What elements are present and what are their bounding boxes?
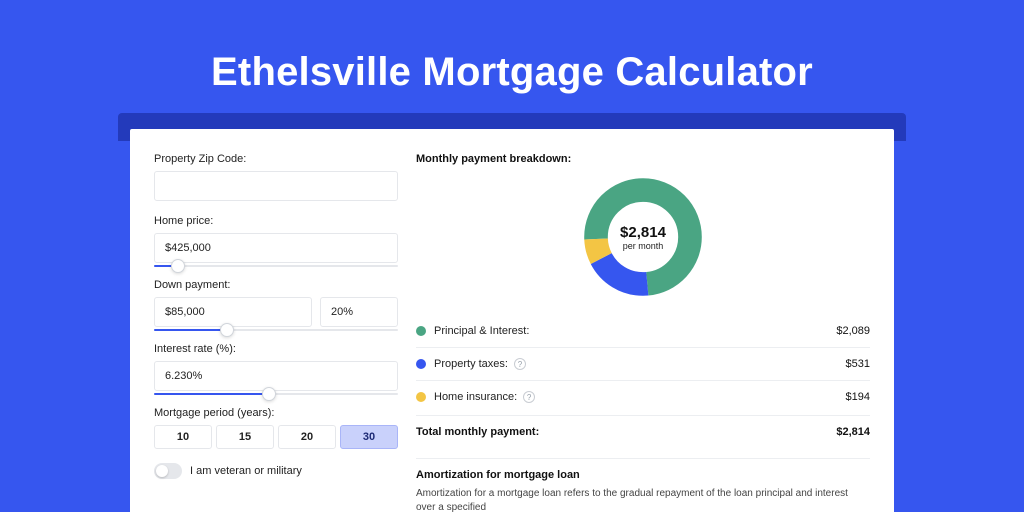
page-header: Ethelsville Mortgage Calculator [0,0,1024,95]
total-label: Total monthly payment: [416,426,539,438]
period-option-20[interactable]: 20 [278,425,336,449]
breakdown-title: Monthly payment breakdown: [416,153,870,165]
mortgage-period-options: 10152030 [154,425,398,449]
down-payment-slider-thumb[interactable] [220,323,234,337]
interest-rate-field: Interest rate (%): [154,343,398,395]
taxes-amount: $531 [846,358,870,370]
breakdown-item-taxes: Property taxes:? $531 [416,350,870,378]
interest-rate-slider-fill [154,393,269,395]
interest-rate-slider[interactable] [154,393,398,395]
zip-input[interactable] [154,171,398,201]
amortization-text: Amortization for a mortgage loan refers … [416,487,870,512]
home-price-field: Home price: [154,215,398,267]
breakdown-divider [416,347,870,348]
interest-rate-slider-thumb[interactable] [262,387,276,401]
interest-rate-input[interactable] [154,361,398,391]
taxes-color-dot [416,359,426,369]
breakdown-item-insurance: Home insurance:? $194 [416,383,870,411]
zip-field: Property Zip Code: [154,153,398,201]
principal-label: Principal & Interest: [434,325,529,337]
veteran-toggle[interactable] [154,463,182,479]
breakdown-divider [416,380,870,381]
taxes-help-icon[interactable]: ? [514,358,526,370]
amortization-title: Amortization for mortgage loan [416,458,870,481]
page-title: Ethelsville Mortgage Calculator [0,50,1024,95]
donut-chart-wrap: $2,814 per month [416,175,870,299]
total-row: Total monthly payment: $2,814 [416,415,870,452]
breakdown-item-principal: Principal & Interest: $2,089 [416,317,870,345]
donut-center-amount: $2,814 [620,224,666,241]
total-amount: $2,814 [836,426,870,438]
down-payment-label: Down payment: [154,279,398,291]
down-payment-slider-fill [154,329,227,331]
period-option-30[interactable]: 30 [340,425,398,449]
inputs-column: Property Zip Code: Home price: Down paym… [154,153,398,512]
zip-label: Property Zip Code: [154,153,398,165]
principal-color-dot [416,326,426,336]
insurance-color-dot [416,392,426,402]
donut-center-sub: per month [623,241,664,251]
down-payment-slider[interactable] [154,329,398,331]
mortgage-period-field: Mortgage period (years): 10152030 [154,407,398,449]
down-payment-field: Down payment: [154,279,398,331]
home-price-input[interactable] [154,233,398,263]
veteran-row: I am veteran or military [154,463,398,479]
down-payment-percent-input[interactable] [320,297,398,327]
breakdown-column: Monthly payment breakdown: $2,814 per mo… [416,153,870,512]
donut-center: $2,814 per month [581,175,705,299]
home-price-slider[interactable] [154,265,398,267]
donut-chart: $2,814 per month [581,175,705,299]
insurance-amount: $194 [846,391,870,403]
breakdown-list: Principal & Interest: $2,089 Property taxe… [416,317,870,411]
insurance-help-icon[interactable]: ? [523,391,535,403]
taxes-label: Property taxes: [434,358,508,370]
veteran-label: I am veteran or military [190,465,302,477]
home-price-slider-thumb[interactable] [171,259,185,273]
down-payment-amount-input[interactable] [154,297,312,327]
calculator-panel: Property Zip Code: Home price: Down paym… [130,129,894,512]
insurance-label: Home insurance: [434,391,517,403]
period-option-10[interactable]: 10 [154,425,212,449]
interest-rate-label: Interest rate (%): [154,343,398,355]
principal-amount: $2,089 [836,325,870,337]
mortgage-period-label: Mortgage period (years): [154,407,398,419]
period-option-15[interactable]: 15 [216,425,274,449]
home-price-label: Home price: [154,215,398,227]
